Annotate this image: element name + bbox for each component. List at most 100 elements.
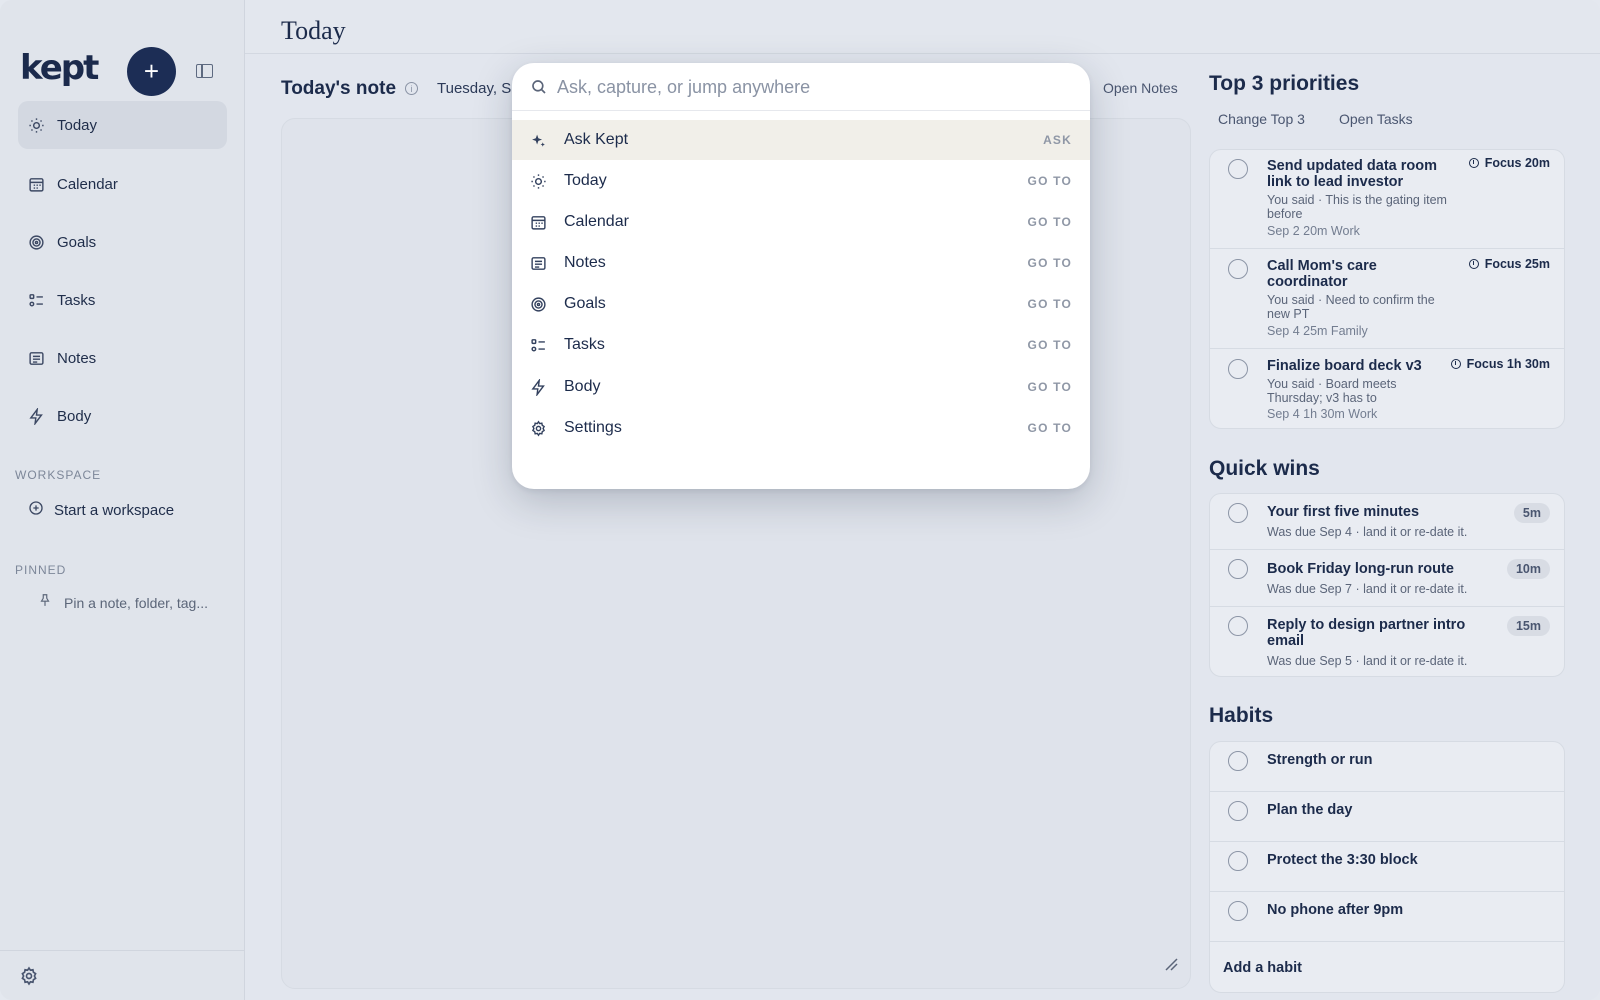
- complete-checkbox[interactable]: [1228, 359, 1248, 379]
- target-icon: [530, 296, 547, 313]
- complete-checkbox[interactable]: [1228, 159, 1248, 179]
- task-meta: Sep 4 25m Family: [1267, 324, 1368, 338]
- habit-title: Plan the day: [1267, 802, 1353, 818]
- task-title: Call Mom's care coordinator: [1267, 258, 1377, 290]
- palette-item-label: Notes: [564, 254, 606, 271]
- open-notes-link[interactable]: Open Notes: [1103, 80, 1178, 96]
- palette-item-hint: GO TO: [1027, 338, 1072, 352]
- duration-badge: 5m: [1513, 503, 1550, 523]
- palette-item-body[interactable]: Body GO TO: [512, 367, 1090, 407]
- sidebar-item-label: Goals: [57, 233, 97, 251]
- command-palette: Ask Kept ASK Today GO TO Calendar GO TO …: [512, 63, 1090, 489]
- add-habit-button[interactable]: Add a habit: [1223, 960, 1302, 976]
- sun-icon: [28, 117, 45, 134]
- palette-search-input[interactable]: [557, 72, 1067, 102]
- bolt-icon: [530, 379, 547, 396]
- habit-row[interactable]: Protect the 3:30 block: [1210, 842, 1564, 892]
- palette-item-settings[interactable]: Settings GO TO: [512, 408, 1090, 448]
- quick-win-row[interactable]: Your first five minutes Was due Sep 4 · …: [1210, 494, 1564, 550]
- focus-button[interactable]: Focus 25m: [1468, 257, 1550, 271]
- duration-badge: 10m: [1506, 559, 1550, 579]
- habit-row[interactable]: No phone after 9pm: [1210, 892, 1564, 942]
- task-note: You said · Board meets Thursday; v3 has …: [1267, 377, 1397, 405]
- complete-checkbox[interactable]: [1228, 503, 1248, 523]
- task-title: Finalize board deck v3: [1267, 358, 1422, 374]
- palette-search-bar: [512, 63, 1090, 111]
- sidebar-item-tasks[interactable]: Tasks: [18, 276, 227, 324]
- task-note: Was due Sep 7 · land it or re-date it.: [1267, 582, 1468, 596]
- start-workspace-button[interactable]: Start a workspace: [28, 500, 174, 521]
- sidebar-item-notes[interactable]: Notes: [18, 334, 227, 382]
- palette-item-label: Settings: [564, 419, 622, 436]
- palette-item-today[interactable]: Today GO TO: [512, 161, 1090, 201]
- open-tasks-link[interactable]: Open Tasks: [1339, 111, 1413, 127]
- task-title: Reply to design partner intro email: [1267, 617, 1466, 649]
- sidebar-item-label: Notes: [57, 349, 97, 367]
- pin-placeholder[interactable]: Pin a note, folder, tag...: [38, 592, 208, 613]
- sun-icon: [530, 173, 547, 190]
- habit-title: No phone after 9pm: [1267, 902, 1404, 918]
- habit-checkbox[interactable]: [1228, 751, 1248, 771]
- complete-checkbox[interactable]: [1228, 259, 1248, 279]
- task-meta: Sep 2 20m Work: [1267, 224, 1360, 238]
- info-icon[interactable]: i: [405, 82, 418, 95]
- palette-item-goals[interactable]: Goals GO TO: [512, 284, 1090, 324]
- palette-item-hint: ASK: [1043, 133, 1072, 147]
- search-icon: [530, 78, 548, 101]
- change-top3-link[interactable]: Change Top 3: [1218, 111, 1305, 127]
- focus-label: Focus 25m: [1484, 257, 1550, 271]
- sidebar-item-label: Calendar: [57, 175, 118, 193]
- notes-icon: [530, 255, 547, 272]
- notes-icon: [28, 350, 45, 367]
- new-item-button[interactable]: +: [127, 47, 176, 96]
- sidebar-toggle-icon[interactable]: [196, 64, 213, 78]
- sidebar-item-body[interactable]: Body: [18, 392, 227, 440]
- todays-note-title: Today's note: [281, 78, 397, 99]
- plus-circle-icon: [28, 500, 44, 521]
- habit-checkbox[interactable]: [1228, 851, 1248, 871]
- page-title: Today: [281, 16, 346, 45]
- sidebar-item-goals[interactable]: Goals: [18, 218, 227, 266]
- focus-label: Focus 1h 30m: [1466, 357, 1550, 371]
- task-note: You said · Need to confirm the new PT: [1267, 293, 1435, 321]
- palette-item-ask-kept[interactable]: Ask Kept ASK: [512, 120, 1090, 160]
- sidebar: kept + Today Calendar Goals Tasks Notes …: [0, 0, 245, 1000]
- clock-icon: [1450, 359, 1461, 369]
- quick-win-row[interactable]: Book Friday long-run route Was due Sep 7…: [1210, 550, 1564, 607]
- palette-item-label: Goals: [564, 295, 606, 312]
- task-note: You said · This is the gating item befor…: [1267, 193, 1447, 221]
- palette-item-notes[interactable]: Notes GO TO: [512, 243, 1090, 283]
- complete-checkbox[interactable]: [1228, 616, 1248, 636]
- habit-checkbox[interactable]: [1228, 901, 1248, 921]
- note-date: Tuesday, S: [437, 80, 512, 97]
- habit-checkbox[interactable]: [1228, 801, 1248, 821]
- settings-gear-icon[interactable]: [19, 966, 39, 991]
- quick-wins-heading: Quick wins: [1209, 457, 1320, 480]
- palette-item-label: Ask Kept: [564, 131, 629, 148]
- palette-item-calendar[interactable]: Calendar GO TO: [512, 202, 1090, 242]
- habit-row[interactable]: Strength or run: [1210, 742, 1564, 792]
- priority-row[interactable]: Call Mom's care coordinator You said · N…: [1210, 249, 1564, 349]
- tasks-icon: [28, 292, 45, 309]
- task-title: Book Friday long-run route: [1267, 561, 1454, 577]
- tasks-icon: [530, 337, 547, 354]
- priority-row[interactable]: Send updated data room link to lead inve…: [1210, 150, 1564, 249]
- focus-button[interactable]: Focus 20m: [1468, 156, 1550, 170]
- quick-win-row[interactable]: Reply to design partner intro email Was …: [1210, 607, 1564, 676]
- focus-button[interactable]: Focus 1h 30m: [1450, 357, 1550, 371]
- habit-row[interactable]: Plan the day: [1210, 792, 1564, 842]
- sidebar-item-today[interactable]: Today: [18, 101, 227, 149]
- focus-label: Focus 20m: [1484, 156, 1550, 170]
- sidebar-item-calendar[interactable]: Calendar: [18, 160, 227, 208]
- palette-item-tasks[interactable]: Tasks GO TO: [512, 325, 1090, 365]
- palette-item-label: Tasks: [564, 336, 605, 353]
- priority-row[interactable]: Finalize board deck v3 You said · Board …: [1210, 349, 1564, 428]
- habit-title: Protect the 3:30 block: [1267, 852, 1418, 868]
- sparkle-icon: [530, 132, 547, 149]
- quick-wins-card: Your first five minutes Was due Sep 4 · …: [1209, 493, 1565, 677]
- complete-checkbox[interactable]: [1228, 559, 1248, 579]
- bolt-icon: [28, 407, 45, 425]
- add-habit-row: Add a habit: [1210, 942, 1564, 992]
- resize-handle-icon[interactable]: [1164, 957, 1178, 976]
- clock-icon: [1468, 158, 1479, 168]
